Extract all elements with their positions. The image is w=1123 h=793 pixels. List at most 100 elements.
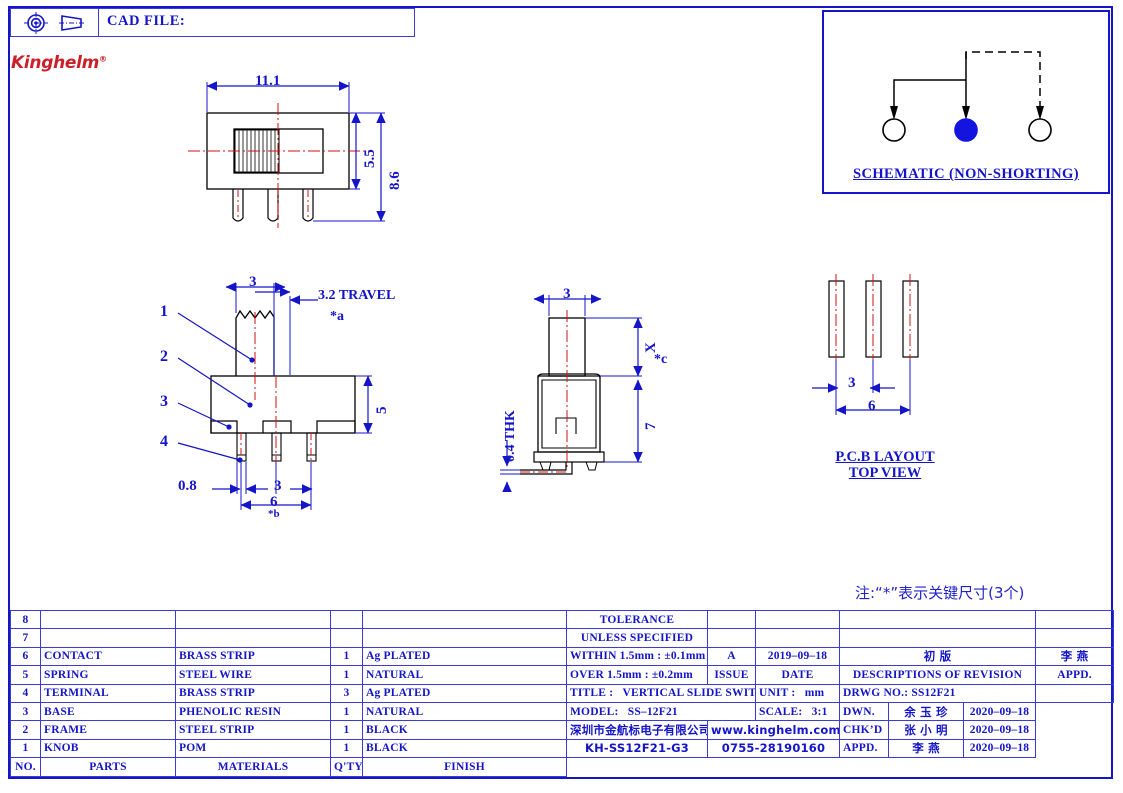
- bom-header-materials: MATERIALS: [175, 757, 331, 777]
- tolerance-label-2: UNLESS SPECIFIED: [566, 628, 708, 648]
- bom-part: KNOB: [40, 738, 176, 759]
- table-row: UNLESS SPECIFIED: [566, 628, 1115, 648]
- issue-date-value: 2019‒09‒18: [755, 646, 840, 667]
- model-label: MODEL:: [570, 705, 619, 718]
- bom-no: 7: [10, 628, 41, 648]
- logo-text: Kinghelm: [11, 53, 100, 73]
- bom-material: BRASS STRIP: [175, 683, 331, 703]
- key-dimension-note: 注:“*”表示关键尺寸(3个): [855, 584, 1025, 602]
- bom-no: 3: [10, 701, 41, 722]
- revision-label: DESCRIPTIONS OF REVISION: [838, 665, 1037, 685]
- bom-part: [40, 628, 176, 648]
- dim-body-height: 5: [374, 406, 390, 415]
- appd-label: APPD.: [1035, 665, 1115, 685]
- bom-part: CONTACT: [40, 646, 176, 667]
- bom-no: 4: [10, 683, 41, 703]
- table-row: TOLERANCE: [566, 609, 1115, 630]
- title-block-table: TOLERANCE UNLESS SPECIFIED WITHIN 1.5mm …: [566, 609, 1115, 759]
- empty-cell: [838, 628, 1037, 648]
- bom-qty: 1: [330, 701, 363, 722]
- bom-finish: Ag PLATED: [362, 646, 567, 667]
- cone-icon: [58, 14, 86, 31]
- issue-label: ISSUE: [707, 665, 756, 685]
- bom-finish: BLACK: [362, 738, 567, 759]
- bom-material: [175, 628, 331, 648]
- bom-finish: Ag PLATED: [362, 683, 567, 703]
- revision-appd-name: 李 燕: [1035, 646, 1115, 667]
- tolerance-over: OVER 1.5mm : ±0.2mm: [566, 665, 708, 685]
- registered-mark: ®: [99, 54, 107, 64]
- title-value: VERTICAL SLIDE SWITCH: [622, 687, 756, 700]
- dwn-name: 余 玉 珍: [888, 701, 964, 722]
- title-row: TITLE : VERTICAL SLIDE SWITCH: [566, 683, 756, 703]
- company-name-cn: 深圳市金航标电子有限公司: [566, 720, 708, 740]
- dim-thickness: 0.4 THK: [503, 410, 518, 462]
- bom-part: SPRING: [40, 665, 176, 685]
- table-row: 7: [10, 628, 567, 648]
- dim-profile-height: 7: [643, 422, 659, 431]
- bom-material: STEEL STRIP: [175, 720, 331, 740]
- chkd-date: 2020‒09‒18: [962, 720, 1037, 740]
- bom-part: FRAME: [40, 720, 176, 740]
- bom-finish: BLACK: [362, 720, 567, 740]
- dim-front-width: 11.1: [255, 73, 281, 89]
- table-row: 3 BASE PHENOLIC RESIN 1 NATURAL: [10, 701, 567, 722]
- website[interactable]: www.kinghelm.com.cn: [707, 720, 840, 740]
- tolerance-within: WITHIN 1.5mm : ±0.1mm: [566, 646, 708, 667]
- chkd-name: 张 小 明: [888, 720, 964, 740]
- unit-cell: UNIT : mm: [755, 683, 840, 703]
- callout-1: 1: [160, 303, 168, 320]
- bom-qty: 1: [330, 738, 363, 759]
- empty-cell: [838, 609, 1037, 630]
- dim-front-inner-height: 5.5: [362, 149, 378, 168]
- bom-qty: 3: [330, 683, 363, 703]
- revision-value: 初 版: [838, 646, 1037, 667]
- drwg-no: DRWG NO.: SS12F21: [838, 683, 1037, 703]
- bom-finish: NATURAL: [362, 701, 567, 722]
- empty-cell: [755, 609, 840, 630]
- empty-cell: [755, 628, 840, 648]
- arrow-left: [890, 106, 898, 120]
- cad-file-label: CAD FILE:: [107, 13, 186, 29]
- bom-no: 8: [10, 609, 41, 630]
- kinghelm-logo: Kinghelm®: [11, 53, 107, 73]
- date-label: DATE: [755, 665, 840, 685]
- callout-3: 3: [160, 393, 168, 410]
- bom-material: [175, 609, 331, 630]
- dim-front-total-height: 8.6: [387, 171, 403, 190]
- model-row: MODEL: SS‒12F21: [566, 701, 756, 722]
- tolerance-label-1: TOLERANCE: [566, 609, 708, 630]
- phone-number: 0755-28190160: [707, 738, 840, 759]
- dwn-date: 2020‒09‒18: [962, 701, 1037, 722]
- bom-no: 2: [10, 720, 41, 740]
- table-row: 深圳市金航标电子有限公司 www.kinghelm.com.cn CHK’D 张…: [566, 720, 1114, 740]
- travel-key-marker: *a: [330, 309, 344, 324]
- table-row: 5 SPRING STEEL WIRE 1 NATURAL: [10, 665, 567, 685]
- empty-cell: [707, 628, 756, 648]
- bom-qty: 1: [330, 646, 363, 667]
- table-row: 4 TERMINAL BRASS STRIP 3 Ag PLATED: [10, 683, 567, 703]
- schematic-diagram: [882, 51, 1052, 142]
- schematic-title: SCHEMATIC (NON-SHORTING): [853, 166, 1079, 182]
- projection-symbol-group: [11, 9, 99, 36]
- dim-pcb-pitch: 3: [848, 375, 856, 391]
- table-row: OVER 1.5mm : ±0.2mm ISSUE DATE DESCRIPTI…: [566, 665, 1115, 685]
- bom-part: [40, 609, 176, 630]
- scale-value: 3:1: [811, 705, 828, 718]
- arrow-right: [1036, 106, 1044, 120]
- table-row: KH-SS12F21-G3 0755-28190160 APPD. 李 燕 20…: [566, 738, 1114, 759]
- empty-cell: [1035, 609, 1115, 630]
- appd2-name: 李 燕: [888, 738, 964, 759]
- bom-material: PHENOLIC RESIN: [175, 701, 331, 722]
- appd2-date: 2020‒09‒18: [962, 738, 1037, 759]
- terminal-left: [882, 118, 906, 142]
- bom-header-finish: FINISH: [362, 757, 567, 777]
- unit-label: UNIT :: [759, 687, 796, 700]
- part-number: KH-SS12F21-G3: [566, 738, 708, 759]
- pcb-layout-title: P.C.B LAYOUT TOP VIEW: [805, 449, 965, 481]
- chkd-label: CHK’D: [839, 720, 889, 740]
- table-row: 6 CONTACT BRASS STRIP 1 Ag PLATED: [10, 646, 567, 667]
- terminal-right: [1028, 118, 1052, 142]
- table-row: MODEL: SS‒12F21 SCALE: 3:1 DWN. 余 玉 珍 20…: [566, 701, 1114, 722]
- arrow-center: [962, 106, 970, 120]
